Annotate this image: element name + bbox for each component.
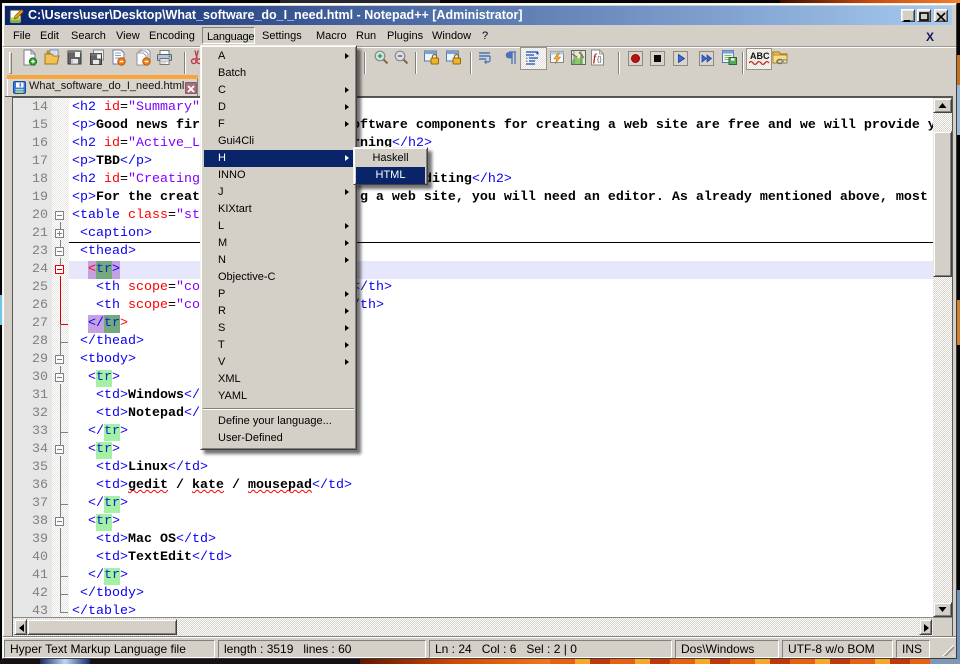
svg-text:{}: {} [597, 57, 602, 64]
